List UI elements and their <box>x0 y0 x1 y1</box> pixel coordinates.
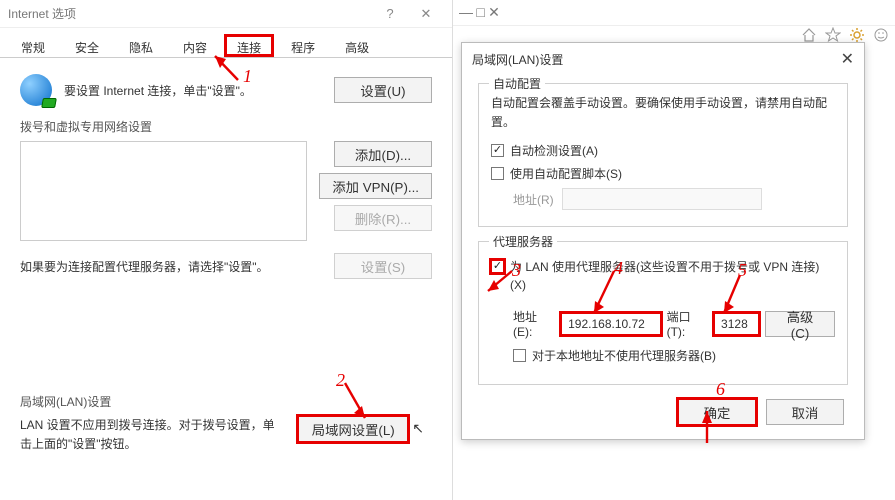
window-close-button[interactable]: ✕ <box>488 4 500 20</box>
ok-button[interactable]: 确定 <box>678 399 756 425</box>
auto-config-legend: 自动配置 <box>489 75 545 92</box>
auto-detect-checkbox[interactable]: 自动检测设置(A) <box>491 142 835 159</box>
internet-options-dialog: Internet 选项 ? ✕ 常规 安全 隐私 内容 连接 程序 高级 要设置… <box>0 0 453 500</box>
globe-icon <box>20 74 52 106</box>
tab-content[interactable]: 内容 <box>170 34 220 57</box>
tab-privacy[interactable]: 隐私 <box>116 34 166 57</box>
auto-detect-cb-icon <box>491 144 504 157</box>
connection-settings-button: 设置(S) <box>334 253 432 279</box>
tab-programs[interactable]: 程序 <box>278 34 328 57</box>
browser-window: — □ ✕ <box>453 0 895 500</box>
remove-button: 删除(R)... <box>334 205 432 231</box>
script-address-label: 地址(R) <box>513 191 554 208</box>
setup-button[interactable]: 设置(U) <box>334 77 432 103</box>
home-icon[interactable] <box>801 27 817 43</box>
proxy-port-label: 端口(T): <box>667 308 708 339</box>
annotation-3: 3 <box>512 260 521 281</box>
star-icon[interactable] <box>825 27 841 43</box>
close-button[interactable]: ✕ <box>408 6 444 22</box>
annotation-1: 1 <box>243 66 252 87</box>
use-proxy-label: 为 LAN 使用代理服务器(这些设置不用于拨号或 VPN 连接)(X) <box>510 258 835 294</box>
help-button[interactable]: ? <box>372 6 408 22</box>
proxy-port-input[interactable]: 3128 <box>714 313 759 335</box>
lan-group-title: 局域网(LAN)设置 <box>20 393 432 410</box>
lan-dialog-title: 局域网(LAN)设置 <box>472 51 563 68</box>
use-proxy-cb-icon <box>491 260 504 273</box>
cancel-button[interactable]: 取消 <box>766 399 844 425</box>
annotation-5: 5 <box>738 260 747 281</box>
minimize-button[interactable]: — <box>459 4 473 20</box>
use-proxy-checkbox[interactable]: 为 LAN 使用代理服务器(这些设置不用于拨号或 VPN 连接)(X) <box>491 258 835 294</box>
script-address-input <box>562 188 762 210</box>
smiley-icon[interactable] <box>873 27 889 43</box>
connections-panel: 要设置 Internet 连接，单击"设置"。 设置(U) 拨号和虚拟专用网络设… <box>0 58 452 476</box>
gear-icon[interactable] <box>849 27 865 43</box>
proxy-legend: 代理服务器 <box>489 233 557 250</box>
proxy-advanced-button[interactable]: 高级(C) <box>765 311 835 337</box>
dial-group-title: 拨号和虚拟专用网络设置 <box>20 118 432 135</box>
annotation-6: 6 <box>716 379 725 400</box>
lan-dialog-close-button[interactable]: ✕ <box>841 49 854 69</box>
lan-settings-dialog: 局域网(LAN)设置 ✕ 自动配置 自动配置会覆盖手动设置。要确保使用手动设置，… <box>461 42 865 440</box>
auto-config-group: 自动配置 自动配置会覆盖手动设置。要确保使用手动设置，请禁用自动配置。 自动检测… <box>478 83 848 227</box>
tab-advanced[interactable]: 高级 <box>332 34 382 57</box>
tab-general[interactable]: 常规 <box>8 34 58 57</box>
add-vpn-button[interactable]: 添加 VPN(P)... <box>319 173 432 199</box>
lan-note: LAN 设置不应用到拨号连接。对于拨号设置，单击上面的"设置"按钮。 <box>20 416 286 454</box>
browser-topbar: — □ ✕ <box>453 0 895 26</box>
use-script-cb-icon <box>491 167 504 180</box>
tab-security[interactable]: 安全 <box>62 34 112 57</box>
auto-config-note: 自动配置会覆盖手动设置。要确保使用手动设置，请禁用自动配置。 <box>491 94 835 132</box>
lan-dialog-titlebar: 局域网(LAN)设置 ✕ <box>462 43 864 75</box>
bypass-local-label: 对于本地地址不使用代理服务器(B) <box>532 347 716 364</box>
bypass-local-cb-icon <box>513 349 526 362</box>
annotation-4: 4 <box>614 258 623 279</box>
use-script-label: 使用自动配置脚本(S) <box>510 165 622 182</box>
auto-detect-label: 自动检测设置(A) <box>510 142 598 159</box>
add-button[interactable]: 添加(D)... <box>334 141 432 167</box>
bypass-local-checkbox[interactable]: 对于本地地址不使用代理服务器(B) <box>513 347 835 364</box>
maximize-button[interactable]: □ <box>476 4 484 20</box>
tab-connections[interactable]: 连接 <box>224 34 274 57</box>
proxy-address-label: 地址(E): <box>513 308 555 339</box>
internet-options-titlebar: Internet 选项 ? ✕ <box>0 0 452 28</box>
annotation-2: 2 <box>336 370 345 391</box>
internet-options-title: Internet 选项 <box>8 5 76 22</box>
proxy-server-group: 代理服务器 为 LAN 使用代理服务器(这些设置不用于拨号或 VPN 连接)(X… <box>478 241 848 385</box>
use-script-checkbox[interactable]: 使用自动配置脚本(S) <box>491 165 835 182</box>
lan-settings-button[interactable]: 局域网设置(L) <box>298 416 408 442</box>
setup-text: 要设置 Internet 连接，单击"设置"。 <box>64 82 322 99</box>
cursor-icon: ↖ <box>412 420 424 437</box>
proxy-address-input[interactable]: 192.168.10.72 <box>561 313 660 335</box>
tab-strip: 常规 安全 隐私 内容 连接 程序 高级 <box>0 28 452 58</box>
proxy-note: 如果要为连接配置代理服务器，请选择"设置"。 <box>20 258 322 275</box>
dial-connections-list[interactable] <box>20 141 307 241</box>
